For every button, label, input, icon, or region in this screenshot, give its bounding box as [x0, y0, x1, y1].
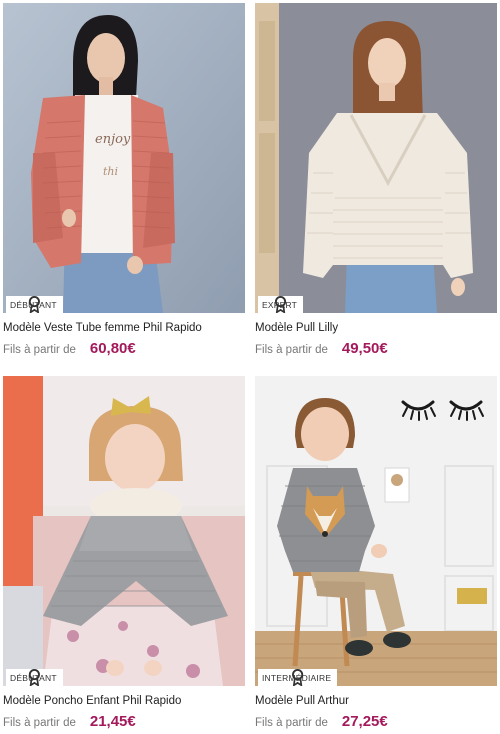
level-badge: DÉBUTANT [6, 296, 63, 313]
photo-illustration [255, 3, 497, 313]
product-title[interactable]: Modèle Pull Arthur [255, 695, 497, 707]
level-badge: DÉBUTANT [6, 669, 63, 686]
price-row: Fils à partir de 60,80€ [3, 340, 245, 357]
product-title[interactable]: Modèle Veste Tube femme Phil Rapido [3, 322, 245, 334]
product-price: 49,50€ [341, 340, 388, 357]
price-from-label: Fils à partir de [255, 344, 328, 356]
skill-level-icon [28, 296, 40, 313]
price-from-label: Fils à partir de [3, 344, 76, 356]
product-card[interactable]: enjoy thi DÉBUTANT Modèle Veste Tube fem… [3, 3, 245, 357]
woman-pink-knit-cardigan-photo[interactable]: enjoy thi DÉBUTANT [3, 3, 245, 313]
product-card[interactable]: DÉBUTANT Modèle Poncho Enfant Phil Rapid… [3, 376, 245, 730]
photo-illustration: enjoy thi [3, 3, 245, 313]
price-row: Fils à partir de 21,45€ [3, 713, 245, 730]
price-row: Fils à partir de 49,50€ [255, 340, 497, 357]
svg-text:thi: thi [103, 165, 118, 178]
product-price: 60,80€ [89, 340, 136, 357]
price-from-label: Fils à partir de [3, 717, 76, 729]
level-badge: INTERMÉDIAIRE [258, 669, 338, 686]
price-from-label: Fils à partir de [255, 717, 328, 729]
product-price: 21,45€ [89, 713, 136, 730]
product-price: 27,25€ [341, 713, 388, 730]
woman-cream-knit-sweater-photo[interactable]: EXPERT [255, 3, 497, 313]
svg-text:enjoy: enjoy [95, 132, 131, 147]
photo-illustration [255, 376, 497, 686]
skill-level-icon [292, 669, 304, 686]
girl-grey-knit-poncho-photo[interactable]: DÉBUTANT [3, 376, 245, 686]
skill-level-icon [274, 296, 287, 313]
product-card[interactable]: INTERMÉDIAIRE Modèle Pull Arthur Fils à … [255, 376, 497, 730]
boy-fox-knit-sweater-photo[interactable]: INTERMÉDIAIRE [255, 376, 497, 686]
product-title[interactable]: Modèle Pull Lilly [255, 322, 497, 334]
skill-level-icon [28, 669, 40, 686]
product-title[interactable]: Modèle Poncho Enfant Phil Rapido [3, 695, 245, 707]
level-badge: EXPERT [258, 296, 304, 313]
price-row: Fils à partir de 27,25€ [255, 713, 497, 730]
photo-illustration [3, 376, 245, 686]
product-card[interactable]: EXPERT Modèle Pull Lilly Fils à partir d… [255, 3, 497, 357]
